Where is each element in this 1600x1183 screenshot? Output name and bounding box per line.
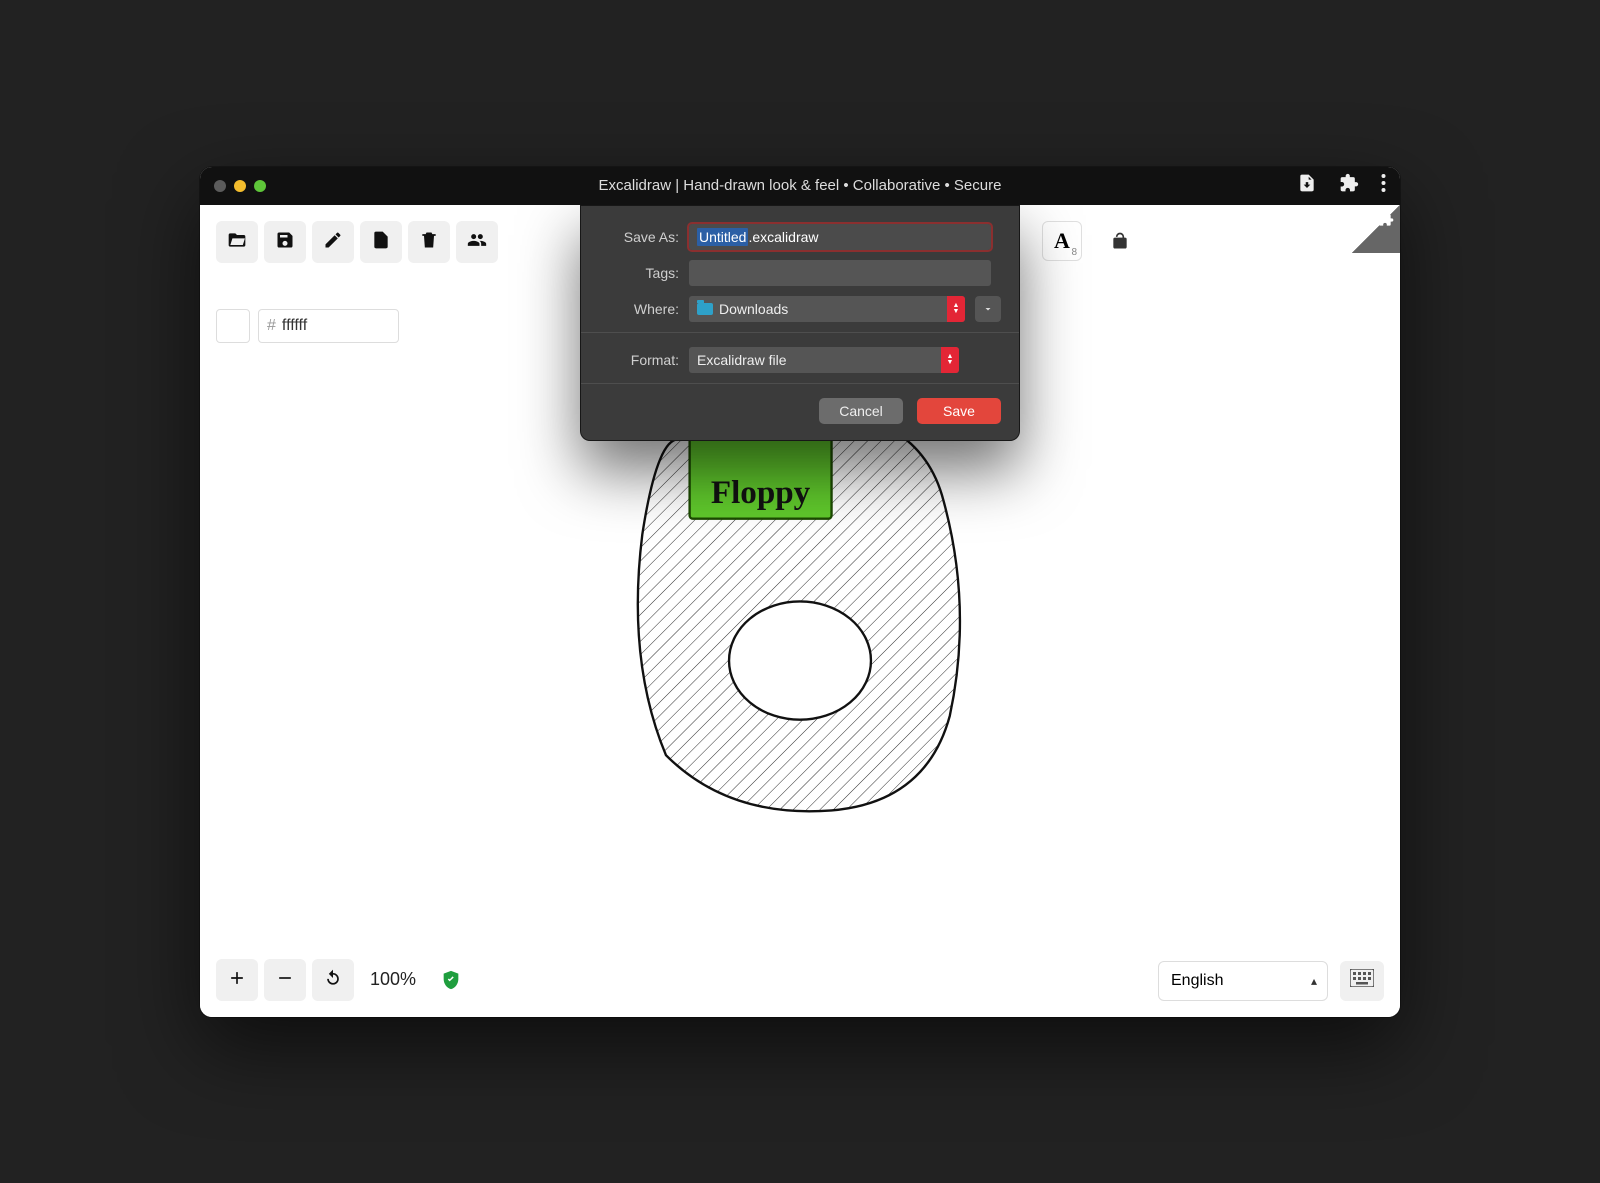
- github-corner[interactable]: [1352, 205, 1400, 253]
- text-tool-button[interactable]: A 8: [1042, 221, 1082, 261]
- users-icon: [467, 230, 487, 253]
- format-label: Format:: [599, 352, 679, 368]
- minus-icon: [275, 968, 295, 991]
- collaborate-button[interactable]: [456, 221, 498, 263]
- zoom-level-label: 100%: [370, 969, 416, 990]
- page-title: Excalidraw | Hand-drawn look & feel • Co…: [599, 177, 1002, 194]
- folder-open-icon: [227, 230, 247, 253]
- folder-icon: [697, 303, 713, 315]
- browser-window: Excalidraw | Hand-drawn look & feel • Co…: [200, 167, 1400, 1017]
- keyboard-shortcuts-button[interactable]: [1340, 961, 1384, 1001]
- save-button[interactable]: Save: [917, 398, 1001, 424]
- titlebar: Excalidraw | Hand-drawn look & feel • Co…: [200, 167, 1400, 205]
- window-close-button[interactable]: [214, 180, 226, 192]
- text-tool-index: 8: [1071, 247, 1077, 258]
- tags-field[interactable]: [689, 260, 991, 286]
- zoom-in-button[interactable]: [216, 959, 258, 1001]
- dialog-separator: [581, 383, 1019, 384]
- background-swatch[interactable]: [216, 309, 250, 343]
- trash-icon: [419, 230, 439, 253]
- hash-symbol: #: [267, 317, 276, 335]
- lock-toggle[interactable]: [1102, 223, 1138, 259]
- window-controls: [214, 180, 266, 192]
- saveas-field[interactable]: Untitled.excalidraw: [689, 224, 991, 250]
- clear-canvas-button[interactable]: [408, 221, 450, 263]
- canvas-drawing[interactable]: Floppy: [590, 495, 1010, 905]
- saveas-label: Save As:: [599, 229, 679, 245]
- cancel-button[interactable]: Cancel: [819, 398, 903, 424]
- install-app-icon[interactable]: [1297, 173, 1317, 198]
- floppy-label-text: Floppy: [711, 473, 811, 510]
- save-icon: [275, 230, 295, 253]
- zoom-out-button[interactable]: [264, 959, 306, 1001]
- zoom-reset-button[interactable]: [312, 959, 354, 1001]
- extensions-icon[interactable]: [1339, 173, 1359, 198]
- window-fullscreen-button[interactable]: [254, 180, 266, 192]
- save-dialog: Save As: Untitled.excalidraw Tags: Where…: [580, 205, 1020, 441]
- browser-menu-icon[interactable]: [1381, 173, 1386, 198]
- hex-input[interactable]: [280, 316, 390, 336]
- format-select[interactable]: Excalidraw file ▲▼: [689, 347, 959, 373]
- where-label: Where:: [599, 301, 679, 317]
- shape-toolbar-tail: A 8: [1042, 221, 1138, 261]
- export-icon: [371, 230, 391, 253]
- background-color-row: #: [216, 309, 399, 343]
- format-value: Excalidraw file: [697, 352, 786, 368]
- keyboard-icon: [1350, 969, 1374, 992]
- open-file-button[interactable]: [216, 221, 258, 263]
- floppy-hub: [729, 601, 871, 719]
- plus-icon: [227, 968, 247, 991]
- expand-save-panel-button[interactable]: [975, 296, 1001, 322]
- bottom-right-controls: English: [1158, 961, 1384, 1001]
- language-select[interactable]: English: [1158, 961, 1328, 1001]
- saveas-filename-selected: Untitled: [697, 228, 748, 246]
- dialog-separator: [581, 332, 1019, 333]
- save-button[interactable]: [264, 221, 306, 263]
- reset-icon: [323, 968, 343, 991]
- window-minimize-button[interactable]: [234, 180, 246, 192]
- where-select[interactable]: Downloads ▲▼: [689, 296, 965, 322]
- where-value: Downloads: [719, 301, 788, 317]
- zoom-toolbar: 100%: [216, 959, 462, 1001]
- saveas-filename-extension: .excalidraw: [748, 229, 818, 245]
- text-tool-label: A: [1054, 228, 1070, 254]
- select-stepper-icon: ▲▼: [947, 296, 965, 322]
- encrypted-shield-icon: [440, 969, 462, 991]
- select-stepper-icon: ▲▼: [941, 347, 959, 373]
- save-as-button[interactable]: [312, 221, 354, 263]
- hex-input-wrapper: #: [258, 309, 399, 343]
- pencil-save-icon: [323, 230, 343, 253]
- language-selected-label: English: [1171, 972, 1223, 990]
- tags-label: Tags:: [599, 265, 679, 281]
- export-button[interactable]: [360, 221, 402, 263]
- file-toolbar: [216, 221, 498, 263]
- app-canvas-area: A 8 #: [200, 205, 1400, 1017]
